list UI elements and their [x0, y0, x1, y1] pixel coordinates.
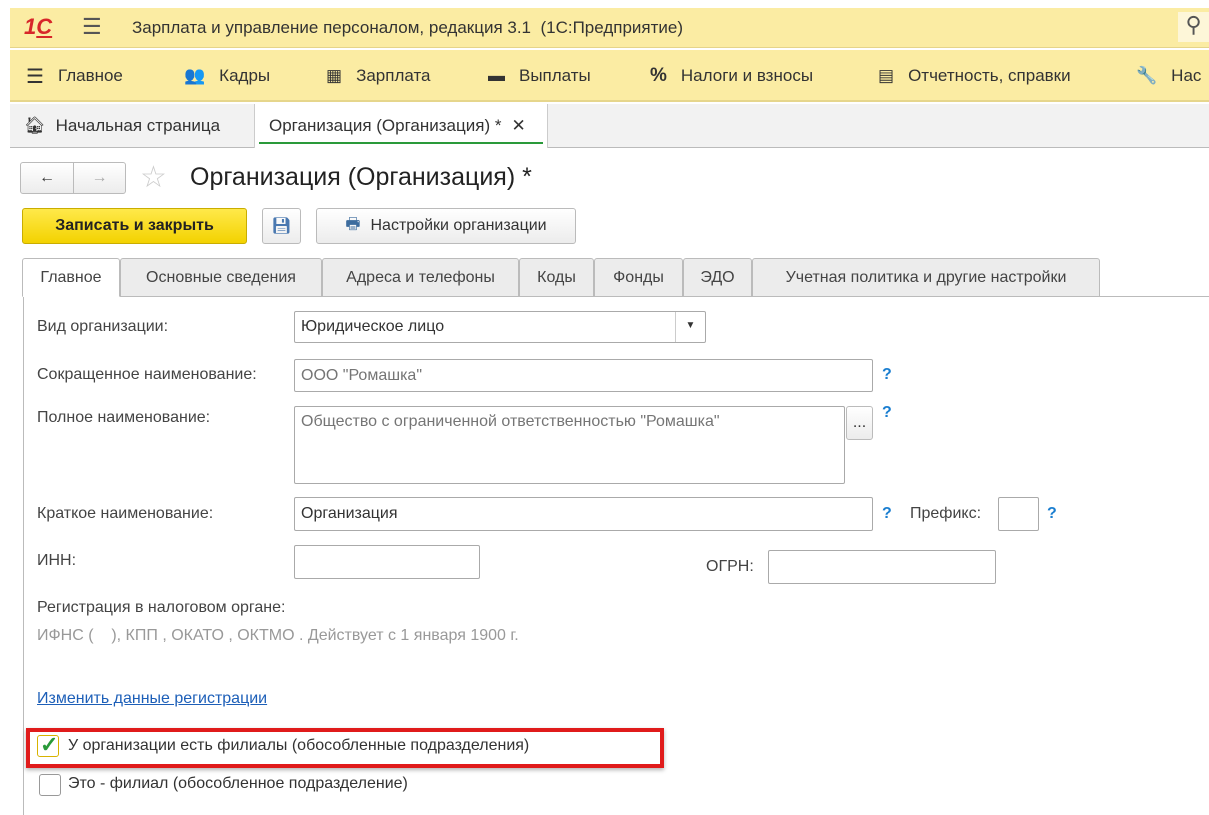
form-tab-main[interactable]: Главное: [22, 258, 120, 297]
wrench-icon: 🔧: [1136, 66, 1158, 85]
is-branch-label[interactable]: Это - филиал (обособленное подразделение…: [68, 775, 408, 793]
star-icon[interactable]: ☆: [140, 160, 167, 195]
section-hr[interactable]: 👥 Кадры: [184, 50, 270, 102]
help-icon[interactable]: ?: [1047, 505, 1057, 523]
section-settings[interactable]: 🔧 Нас: [1136, 50, 1201, 102]
tab-label: Начальная страница: [55, 116, 221, 135]
tab-home[interactable]: 🏠︎ Начальная страница: [10, 104, 255, 148]
button-label: Настройки организации: [370, 217, 547, 234]
org-type-label: Вид организации:: [37, 318, 169, 335]
has-branches-label[interactable]: У организации есть филиалы (обособленные…: [68, 737, 529, 755]
people-icon: 👥: [184, 66, 206, 85]
section-label: Главное: [57, 66, 123, 85]
inn-label: ИНН:: [37, 552, 77, 569]
change-registration-link[interactable]: Изменить данные регистрации: [37, 690, 267, 708]
section-salary[interactable]: ▦ Зарплата: [326, 50, 431, 102]
section-taxes[interactable]: % Налоги и взносы: [650, 50, 813, 102]
section-label: Отчетность, справки: [908, 66, 1071, 85]
section-label: Выплаты: [519, 66, 591, 85]
ogrn-input[interactable]: [768, 550, 996, 584]
ellipsis-button[interactable]: ...: [846, 406, 873, 440]
active-tab-indicator: [259, 142, 543, 144]
save-close-button[interactable]: Записать и закрыть: [22, 208, 247, 244]
open-tabs-bar: 🏠︎ Начальная страница Организация (Органи…: [10, 104, 1209, 148]
search-icon[interactable]: ⚲: [1178, 12, 1209, 42]
card-icon: ▬: [488, 66, 505, 85]
section-reports[interactable]: ▤ Отчетность, справки: [878, 50, 1071, 102]
section-payments[interactable]: ▬ Выплаты: [488, 50, 591, 102]
1c-logo: 1С: [24, 14, 53, 39]
form-tab-codes[interactable]: Коды: [519, 258, 594, 297]
org-type-select[interactable]: Юридическое лицо ▼: [294, 311, 706, 343]
registration-text: ИФНС ( ), КПП , ОКАТО , ОКТМО . Действуе…: [37, 627, 519, 644]
help-icon[interactable]: ?: [882, 404, 892, 422]
ogrn-label: ОГРН:: [706, 558, 754, 575]
brief-name-label: Краткое наименование:: [37, 505, 214, 522]
help-icon[interactable]: ?: [882, 366, 892, 384]
section-main[interactable]: ☰ Главное: [26, 50, 123, 102]
short-name-label: Сокращенное наименование:: [37, 366, 257, 383]
form-tab-addresses[interactable]: Адреса и телефоны: [322, 258, 519, 297]
section-label: Нас: [1171, 66, 1202, 85]
floppy-icon: 💾︎: [271, 218, 292, 235]
section-label: Налоги и взносы: [680, 66, 814, 85]
tab-panel-border: [23, 297, 24, 815]
percent-icon: %: [650, 65, 667, 86]
tab-label: Организация (Организация) *: [269, 116, 502, 135]
inn-input[interactable]: [294, 545, 480, 579]
save-button[interactable]: 💾︎: [262, 208, 301, 244]
checkmark-icon: ✓: [40, 732, 59, 757]
registration-label: Регистрация в налоговом органе:: [37, 599, 286, 616]
full-name-label: Полное наименование:: [37, 409, 211, 426]
select-value: Юридическое лицо: [301, 318, 445, 335]
dropdown-arrow-icon[interactable]: ▼: [675, 312, 705, 342]
home-icon: 🏠︎: [24, 116, 46, 135]
prefix-input[interactable]: [998, 497, 1039, 531]
printer-icon: 🖶: [345, 215, 361, 233]
back-button[interactable]: ←: [20, 162, 74, 194]
form-tab-policy[interactable]: Учетная политика и другие настройки: [752, 258, 1100, 297]
full-name-input[interactable]: [294, 406, 845, 484]
calculator-icon: ▦: [326, 66, 343, 85]
sections-panel: ☰ Главное 👥 Кадры ▦ Зарплата ▬ Выплаты % Нало…: [10, 50, 1209, 102]
is-branch-checkbox[interactable]: [39, 774, 61, 796]
app-title: Зарплата и управление персоналом, редакц…: [132, 18, 684, 37]
reports-icon: ▤: [878, 66, 895, 85]
close-icon[interactable]: ✕: [511, 116, 525, 136]
section-label: Кадры: [219, 66, 271, 85]
short-name-input[interactable]: [294, 359, 873, 392]
settings-button[interactable]: 🖶 Настройки организации: [316, 208, 576, 244]
form-tab-funds[interactable]: Фонды: [594, 258, 683, 297]
main-menu-icon[interactable]: ☰: [82, 14, 102, 40]
title-bar: 1С ☰ Зарплата и управление персоналом, р…: [10, 8, 1209, 48]
prefix-label: Префикс:: [910, 505, 982, 522]
brief-name-input[interactable]: Организация: [294, 497, 873, 531]
tab-organization[interactable]: Организация (Организация) * ✕: [255, 104, 548, 148]
forward-button[interactable]: →: [73, 162, 126, 194]
form-tab-basic[interactable]: Основные сведения: [120, 258, 322, 297]
page-title: Организация (Организация) *: [190, 163, 532, 191]
section-label: Зарплата: [356, 66, 431, 85]
form-tab-edo[interactable]: ЭДО: [683, 258, 752, 297]
help-icon[interactable]: ?: [882, 505, 892, 523]
has-branches-checkbox[interactable]: ✓: [37, 732, 59, 757]
menu-icon: ☰: [26, 65, 44, 88]
